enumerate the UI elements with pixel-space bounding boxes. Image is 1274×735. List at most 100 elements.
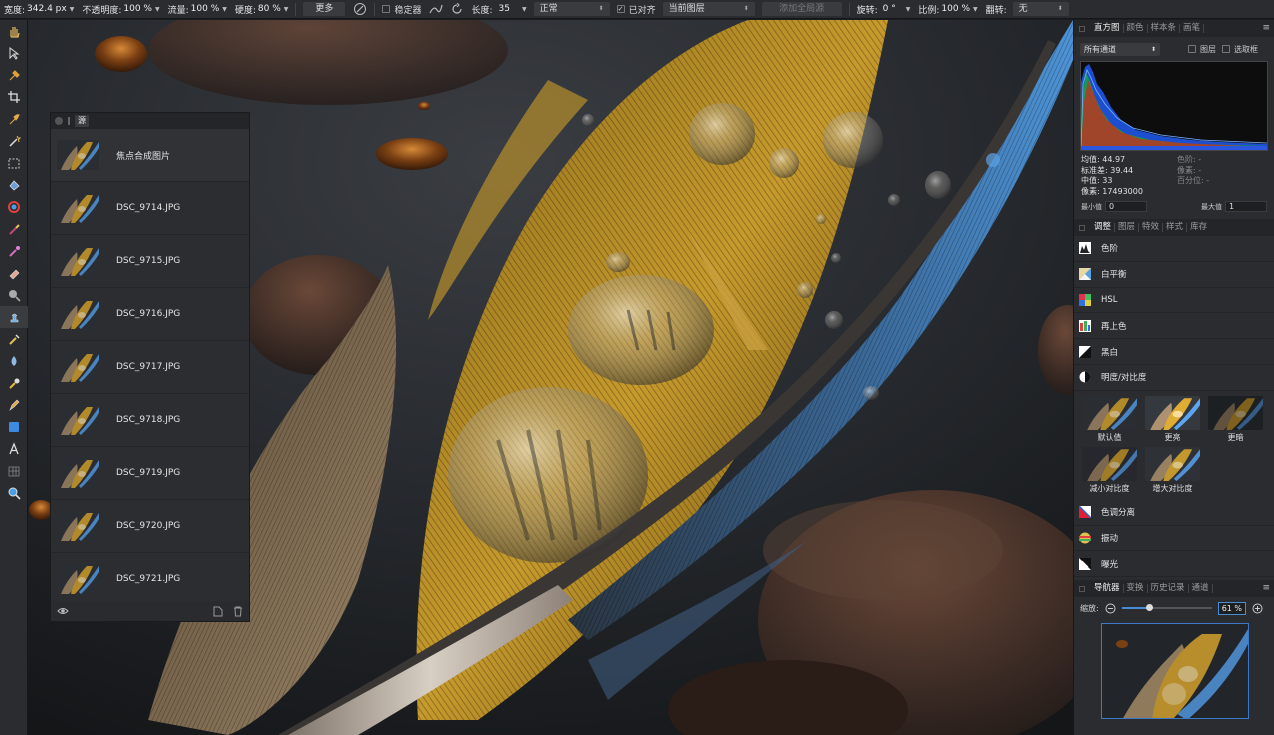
paint-brush-tool[interactable]: [0, 218, 28, 240]
tab-navigator[interactable]: 导航器: [1091, 584, 1124, 594]
source-item[interactable]: DSC_9716.JPG: [51, 288, 249, 341]
mesh-tool[interactable]: [0, 460, 28, 482]
opacity-control[interactable]: 不透明度: 100 % ▼: [78, 0, 163, 18]
adjustment-hsl[interactable]: HSL: [1074, 288, 1274, 314]
length-control[interactable]: 长度: 35 ▼: [467, 0, 530, 18]
color-replace-tool[interactable]: [0, 240, 28, 262]
scale-value[interactable]: 100 %: [941, 4, 970, 14]
opacity-value[interactable]: 100 %: [123, 4, 152, 14]
scale-control[interactable]: 比例: 100 % ▼: [914, 0, 981, 18]
new-source-icon[interactable]: [213, 606, 223, 617]
close-icon[interactable]: [55, 117, 63, 125]
brightness-preset[interactable]: 默认值: [1078, 395, 1141, 443]
flood-fill-tool[interactable]: [0, 174, 28, 196]
tab-sources[interactable]: 源: [75, 115, 89, 127]
healing-tool[interactable]: [0, 328, 28, 350]
source-item[interactable]: DSC_9721.JPG: [51, 553, 249, 606]
hand-tool[interactable]: [0, 20, 28, 42]
flip-select[interactable]: 无 ⬍: [1012, 2, 1069, 16]
tab-brushes[interactable]: 画笔: [1180, 24, 1205, 33]
tab-transform[interactable]: 变换: [1124, 584, 1148, 594]
color-picker-tool[interactable]: [0, 196, 28, 218]
adjustment-recolor[interactable]: 再上色: [1074, 313, 1274, 340]
tab-adjustments[interactable]: 调整: [1091, 223, 1116, 232]
zoom-slider-handle[interactable]: [1145, 604, 1153, 612]
zoom-input[interactable]: 61 %: [1217, 601, 1246, 615]
panel-menu-icon[interactable]: ≡: [1262, 583, 1270, 593]
flow-value[interactable]: 100 %: [191, 4, 220, 14]
smudge-tool[interactable]: [0, 372, 28, 394]
pen-tool[interactable]: [0, 394, 28, 416]
brush-select-tool[interactable]: [0, 108, 28, 130]
source-item[interactable]: DSC_9720.JPG: [51, 500, 249, 553]
grip-icon[interactable]: [1079, 224, 1085, 231]
eraser-tool[interactable]: [0, 262, 28, 284]
adjustment-white-balance[interactable]: 白平衡: [1074, 262, 1274, 288]
clone-tool[interactable]: [0, 306, 28, 328]
eye-icon[interactable]: [57, 606, 69, 616]
adjustment-levels[interactable]: 色阶: [1074, 236, 1274, 262]
source-item[interactable]: DSC_9715.JPG: [51, 235, 249, 288]
rope-mode-button[interactable]: [425, 0, 447, 18]
tab-channels[interactable]: 通道: [1189, 584, 1213, 594]
flip-control[interactable]: 翻转:: [982, 0, 1013, 18]
zoom-slider[interactable]: [1121, 603, 1212, 613]
aligned-checkbox[interactable]: ✓: [616, 5, 625, 13]
adjustment-black-white[interactable]: 黑白: [1074, 339, 1274, 365]
panel-menu-icon[interactable]: ≡: [1262, 23, 1270, 33]
layer-toggle[interactable]: 图层: [1188, 44, 1216, 55]
brightness-preset[interactable]: 增大对比度: [1141, 446, 1204, 494]
rotate-value[interactable]: 0 °: [883, 4, 896, 14]
hardness-value[interactable]: 80 %: [258, 4, 281, 14]
zoom-in-icon[interactable]: [1252, 603, 1263, 614]
shape-tool[interactable]: [0, 416, 28, 438]
source-item[interactable]: DSC_9714.JPG: [51, 182, 249, 235]
text-tool[interactable]: [0, 438, 28, 460]
width-control[interactable]: 宽度: 342.4 px ▼: [0, 0, 78, 18]
width-value[interactable]: 342.4 px: [27, 4, 67, 14]
flow-control[interactable]: 流量: 100 % ▼: [164, 0, 231, 18]
brightness-preset[interactable]: 更暗: [1204, 395, 1267, 443]
tab-styles[interactable]: 样式: [1163, 223, 1188, 232]
navigator-preview[interactable]: [1101, 623, 1249, 720]
more-button[interactable]: 更多: [303, 2, 346, 16]
marquee-tool[interactable]: [0, 152, 28, 174]
adjustment-brightness-contrast[interactable]: 明度/对比度: [1074, 365, 1274, 391]
stabilizer-toggle[interactable]: 稳定器: [378, 0, 425, 18]
trash-icon[interactable]: [233, 606, 243, 617]
move-tool[interactable]: [0, 42, 28, 64]
dodge-tool[interactable]: [0, 284, 28, 306]
channel-select[interactable]: 所有通道 ⬍: [1080, 42, 1160, 56]
layer-checkbox[interactable]: [1188, 45, 1196, 53]
brightness-preset[interactable]: 减小对比度: [1078, 446, 1141, 494]
window-mode-button[interactable]: [447, 0, 467, 18]
brush-dynamics-button[interactable]: [349, 0, 371, 18]
min-input[interactable]: 0: [1105, 201, 1147, 212]
max-input[interactable]: 1: [1225, 201, 1267, 212]
tab-color[interactable]: 颜色: [1124, 24, 1148, 33]
magic-wand-tool[interactable]: [0, 130, 28, 152]
source-layer-select[interactable]: 当前图层 ⬍: [662, 2, 755, 16]
hardness-control[interactable]: 硬度: 80 % ▼: [231, 0, 293, 18]
blur-tool[interactable]: [0, 350, 28, 372]
source-item[interactable]: DSC_9717.JPG: [51, 341, 249, 394]
selection-checkbox[interactable]: [1222, 45, 1230, 53]
tab-stock[interactable]: 库存: [1187, 223, 1210, 232]
crop-tool[interactable]: [0, 86, 28, 108]
grip-icon[interactable]: [1079, 585, 1085, 592]
eyedropper-tool[interactable]: [0, 64, 28, 86]
brightness-preset[interactable]: 更亮: [1141, 395, 1204, 443]
tab-swatches[interactable]: 样本条: [1148, 24, 1181, 33]
source-item[interactable]: 焦点合成图片: [51, 129, 249, 182]
adjustment-vibrance[interactable]: 振动: [1074, 526, 1274, 552]
grip-icon[interactable]: [68, 117, 70, 125]
add-all-sources-button[interactable]: 添加全局源: [761, 2, 842, 16]
tab-layers[interactable]: 图层: [1115, 223, 1140, 232]
selection-toggle[interactable]: 选取框: [1222, 44, 1258, 55]
tab-history[interactable]: 历史记录: [1148, 584, 1189, 594]
source-item[interactable]: DSC_9719.JPG: [51, 447, 249, 500]
grip-icon[interactable]: [1079, 25, 1085, 32]
rotate-control[interactable]: 旋转: 0 ° ▼: [853, 0, 915, 18]
blend-mode-select[interactable]: 正常 ⬍: [533, 2, 610, 16]
adjustment-exposure[interactable]: 曝光: [1074, 551, 1274, 578]
